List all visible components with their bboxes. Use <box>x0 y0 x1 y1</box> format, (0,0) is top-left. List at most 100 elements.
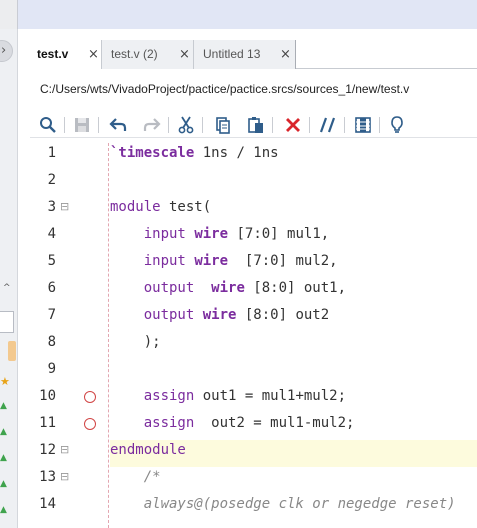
code-comment: always@(posedge clk or negedge reset) <box>110 496 456 512</box>
code-editor[interactable]: 1 `timescale 1ns / 1ns 2 3 ⊟ module test(4 in… <box>18 143 477 528</box>
tab-untitled-13[interactable]: Untitled 13 × <box>194 40 296 69</box>
toolbar-divider <box>379 117 380 133</box>
line-number: 4 <box>47 226 56 242</box>
fold-toggle-icon[interactable]: ⊟ <box>60 200 69 213</box>
code-line[interactable]: assign out1 = mul1+mul2; <box>110 388 346 404</box>
save-icon[interactable] <box>72 115 92 135</box>
code-keyword: assign <box>143 415 195 431</box>
code-keyword: wire <box>194 253 229 269</box>
triangle-icon: ▲ <box>0 401 7 411</box>
file-path: C:/Users/wts/VivadoProject/pactice/pacti… <box>40 82 410 96</box>
toolbar-divider <box>168 117 169 133</box>
comment-icon[interactable] <box>318 115 338 135</box>
code-text: ); <box>110 334 161 350</box>
code-line[interactable]: output wire [8:0] out2 <box>110 307 329 323</box>
editor-toolbar <box>30 112 477 138</box>
code-line[interactable]: always@(posedge clk or negedge reset) <box>110 496 456 512</box>
left-panel-edge: › ^ ★ ▲ ▲ ▲ ▲ ▲ ▲ <box>0 29 18 528</box>
line-number: 6 <box>47 280 56 296</box>
close-icon[interactable]: × <box>88 47 99 62</box>
tab-label: test.v <box>37 47 69 61</box>
code-text: out1 = mul1+mul2; <box>194 388 347 404</box>
column-select-icon[interactable] <box>353 115 373 135</box>
code-line[interactable]: input wire [7:0] mul1, <box>110 226 329 242</box>
line-number: 11 <box>39 415 56 431</box>
code-keyword: assign <box>143 388 195 404</box>
toolbar-divider <box>64 117 65 133</box>
line-number: 8 <box>47 334 56 350</box>
code-keyword: module <box>110 199 161 215</box>
delete-icon[interactable] <box>283 115 303 135</box>
toolbar-divider <box>272 117 273 133</box>
toolbar-divider <box>344 117 345 133</box>
editor-tab-bar: test.v × test.v (2) × Untitled 13 × <box>28 40 477 69</box>
toolbar-divider <box>98 117 99 133</box>
redo-icon[interactable] <box>142 115 162 135</box>
code-keyword: output <box>143 280 195 296</box>
tab-test-v-2[interactable]: test.v (2) × <box>102 40 194 69</box>
tab-label: Untitled 13 <box>203 47 261 61</box>
line-number: 13 <box>39 469 56 485</box>
panel-input-edge[interactable] <box>0 311 14 333</box>
fold-toggle-icon[interactable]: ⊟ <box>60 443 69 456</box>
paste-icon[interactable] <box>246 115 266 135</box>
line-number: 7 <box>47 307 56 323</box>
breakpoint-icon[interactable] <box>84 391 96 403</box>
gutter-divider <box>108 143 109 528</box>
chevron-right-icon: › <box>1 43 7 58</box>
window-title-bar <box>0 0 477 29</box>
window-tab-edge <box>0 0 18 29</box>
code-comment: /* <box>110 469 161 485</box>
code-text: [7:0] mul1, <box>228 226 330 242</box>
search-icon[interactable] <box>38 115 58 135</box>
code-keyword: input <box>143 226 186 242</box>
code-line[interactable]: `timescale 1ns / 1ns <box>110 145 279 161</box>
close-icon[interactable]: × <box>280 47 291 62</box>
triangle-icon: ▲ <box>0 505 7 515</box>
panel-nav-button[interactable]: › <box>0 40 13 62</box>
code-text: [7:0] mul2, <box>228 253 338 269</box>
code-keyword: `timescale <box>110 145 195 161</box>
code-line[interactable]: input wire [7:0] mul2, <box>110 253 338 269</box>
code-keyword: input <box>143 253 186 269</box>
triangle-icon: ▲ <box>0 479 7 489</box>
code-text: 1ns / 1ns <box>194 145 279 161</box>
fold-toggle-icon[interactable]: ⊟ <box>60 470 69 483</box>
code-text: out2 = mul1-mul2; <box>194 415 355 431</box>
tab-test-v[interactable]: test.v × <box>28 40 102 69</box>
bulb-icon[interactable] <box>387 115 407 135</box>
chevron-up-icon[interactable]: ^ <box>3 283 11 293</box>
close-icon[interactable]: × <box>179 47 190 62</box>
code-line[interactable]: assign out2 = mul1-mul2; <box>110 415 355 431</box>
code-line[interactable]: endmodule <box>110 442 186 458</box>
toolbar-divider <box>309 117 310 133</box>
scroll-thumb[interactable] <box>8 341 16 361</box>
line-number: 14 <box>39 496 56 512</box>
line-number: 5 <box>47 253 56 269</box>
code-keyword: output <box>143 307 195 323</box>
triangle-icon: ▲ <box>0 427 7 437</box>
tab-label: test.v (2) <box>111 47 158 61</box>
code-line[interactable]: /* <box>110 469 161 485</box>
code-keyword: wire <box>211 280 245 296</box>
toolbar-divider <box>202 117 203 133</box>
cut-icon[interactable] <box>176 115 196 135</box>
copy-icon[interactable] <box>213 115 233 135</box>
code-line[interactable]: output wire [8:0] out1, <box>110 280 346 296</box>
code-keyword: endmodule <box>110 442 186 458</box>
code-line[interactable]: ); <box>110 334 161 350</box>
undo-icon[interactable] <box>108 115 128 135</box>
breakpoint-icon[interactable] <box>84 418 96 430</box>
star-icon: ★ <box>0 376 10 388</box>
code-line[interactable]: module test( <box>110 199 211 215</box>
triangle-icon: ▲ <box>0 453 7 463</box>
line-number: 12 <box>39 442 56 458</box>
line-number: 10 <box>39 388 56 404</box>
line-number: 3 <box>47 199 56 215</box>
